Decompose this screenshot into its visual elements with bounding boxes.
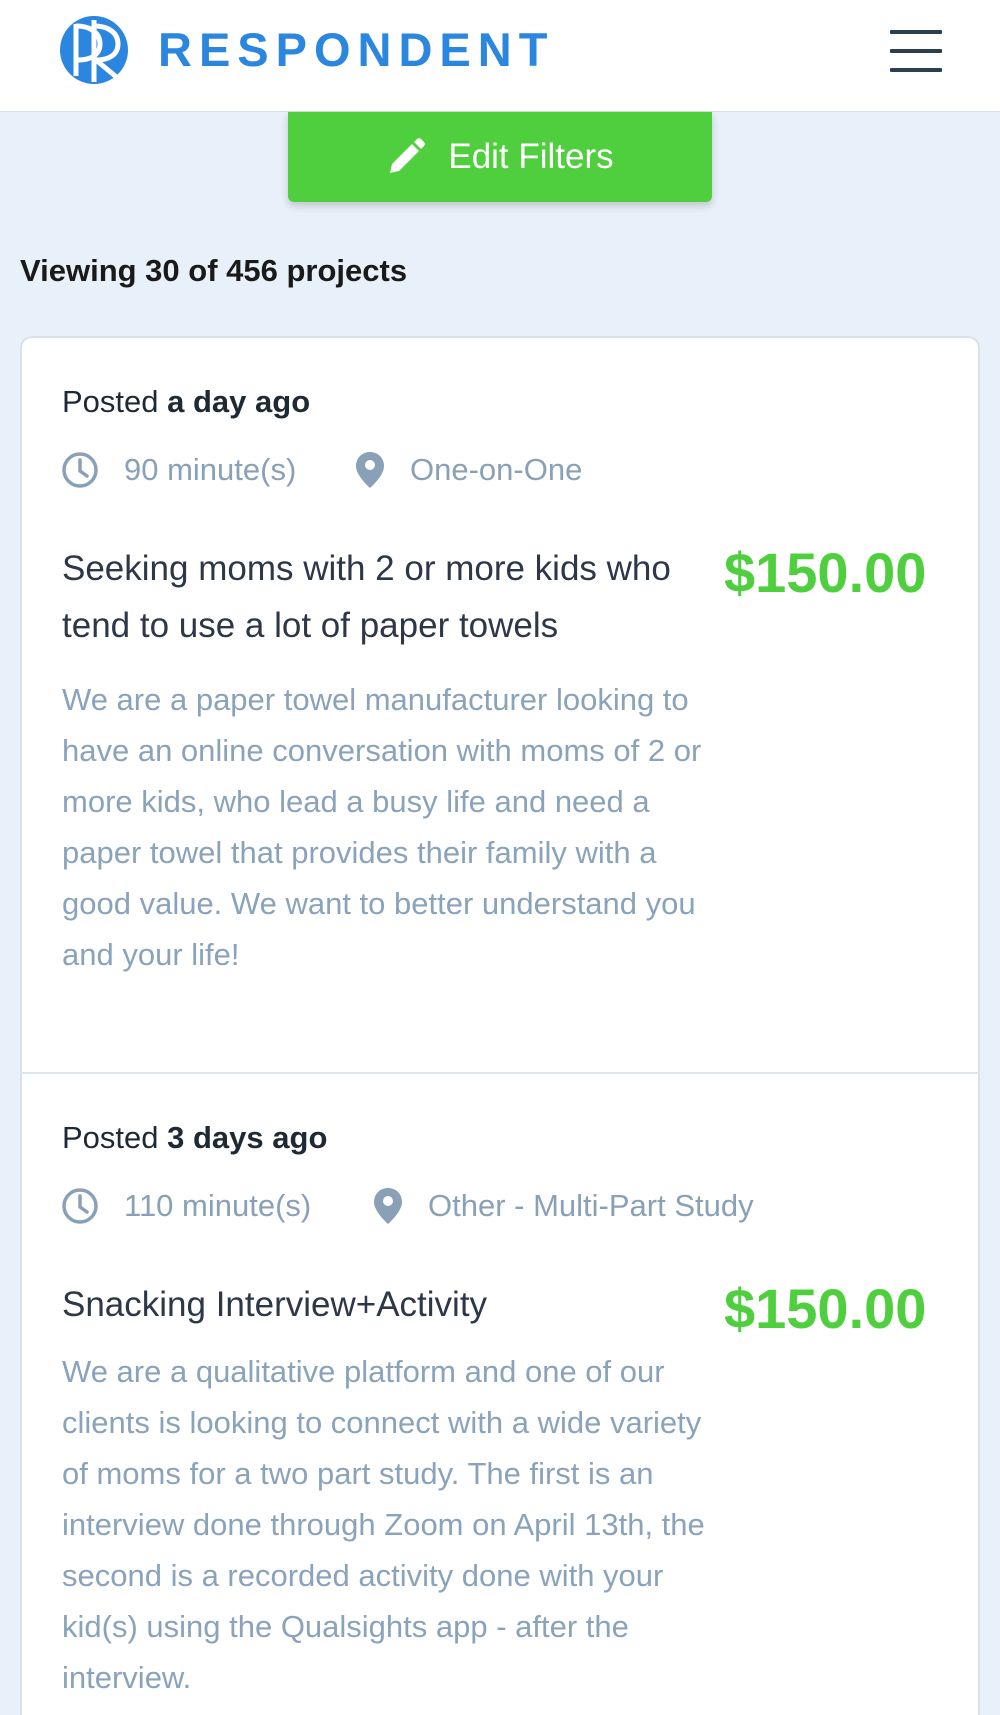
format-text: Other - Multi-Part Study	[428, 1188, 754, 1223]
posted-when: a day ago	[167, 384, 311, 419]
format: Other - Multi-Part Study	[372, 1186, 754, 1226]
format-text: One-on-One	[410, 452, 583, 487]
edit-filters-button[interactable]: Edit Filters	[288, 112, 712, 202]
format: One-on-One	[354, 450, 582, 490]
hamburger-menu-button[interactable]	[890, 28, 942, 74]
menu-bar	[890, 30, 942, 34]
location-pin-icon	[374, 1188, 402, 1224]
location-pin-icon	[356, 452, 384, 488]
duration-text: 110 minute(s)	[124, 1188, 312, 1223]
project-card[interactable]: Posted a day ago 90 minute(s) One-on-One…	[22, 338, 978, 1074]
duration-text: 90 minute(s)	[124, 452, 297, 487]
menu-bar	[890, 68, 942, 72]
project-title[interactable]: Snacking Interview+Activity	[62, 1276, 722, 1333]
duration: 110 minute(s)	[60, 1186, 311, 1226]
project-list: Posted a day ago 90 minute(s) One-on-One…	[20, 336, 980, 1715]
project-title[interactable]: Seeking moms with 2 or more kids who ten…	[62, 540, 722, 654]
project-price: $150.00	[724, 1277, 927, 1340]
clock-icon	[62, 1188, 98, 1224]
top-header: RESPONDENT	[0, 0, 1000, 112]
results-count: Viewing 30 of 456 projects	[20, 253, 408, 288]
respondent-logo-icon[interactable]	[58, 14, 136, 86]
duration: 90 minute(s)	[60, 450, 296, 490]
project-card[interactable]: Posted 3 days ago 110 minute(s) Other - …	[22, 1074, 978, 1715]
project-description: We are a qualitative platform and one of…	[62, 1354, 705, 1695]
clock-icon	[62, 452, 98, 488]
posted-date: Posted a day ago	[62, 384, 310, 420]
edit-filters-label: Edit Filters	[448, 137, 614, 176]
pencil-icon	[390, 138, 426, 173]
posted-prefix: Posted	[62, 384, 159, 419]
project-price: $150.00	[724, 541, 927, 604]
menu-bar	[890, 49, 942, 53]
brand-name[interactable]: RESPONDENT	[158, 22, 554, 77]
project-description: We are a paper towel manufacturer lookin…	[62, 682, 702, 972]
posted-date: Posted 3 days ago	[62, 1120, 327, 1156]
posted-when: 3 days ago	[167, 1120, 328, 1155]
posted-prefix: Posted	[62, 1120, 159, 1155]
